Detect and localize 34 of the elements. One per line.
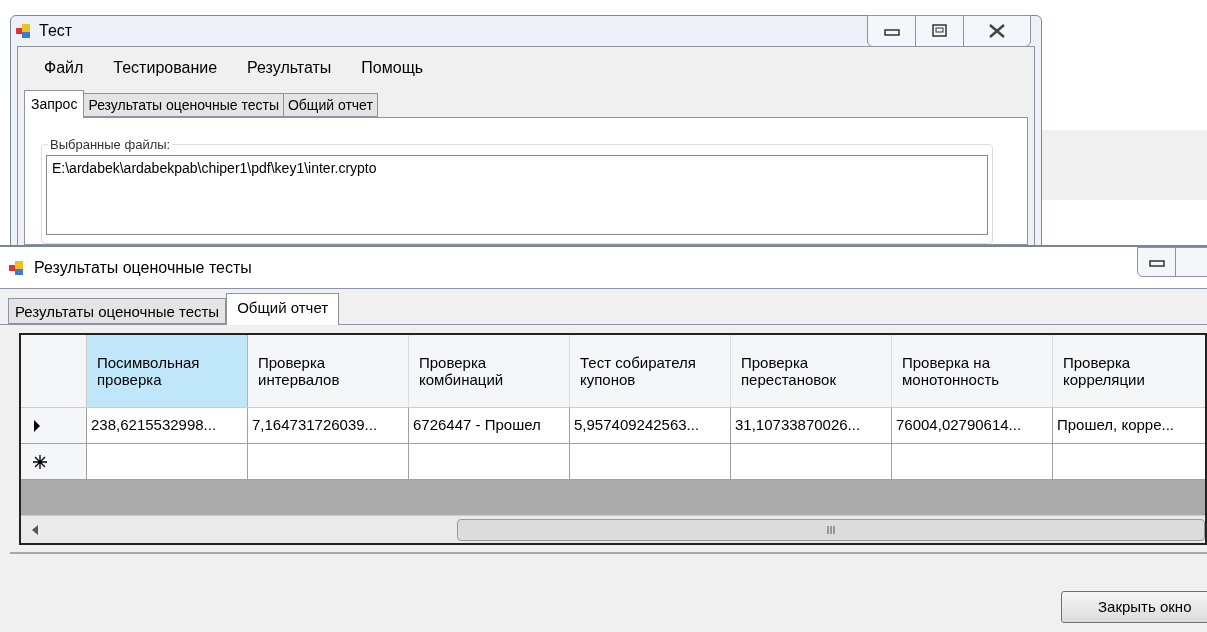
- table-cell-text: 238,6215532998...: [91, 415, 217, 436]
- table-cell-text: Прошел, корре...: [1057, 415, 1175, 436]
- tab[interactable]: Запрос: [24, 90, 85, 118]
- tab[interactable]: Результаты оценочные тесты: [83, 93, 284, 117]
- maximize-icon[interactable]: [931, 24, 948, 38]
- row-header[interactable]: [21, 444, 87, 479]
- scroll-left-icon[interactable]: [31, 524, 39, 535]
- window-title: Результаты оценочные тесты: [34, 257, 252, 278]
- files-list[interactable]: E:\ardabek\ardabekpab\chiper1\pdf\key1\inter.crypto: [46, 155, 988, 235]
- app-icon: [15, 23, 31, 39]
- minimize-icon[interactable]: [883, 26, 900, 36]
- app-icon: [8, 259, 24, 276]
- window-title: Тест: [39, 21, 73, 41]
- new-row-icon: [33, 454, 47, 469]
- table-cell-text: 7,164731726039...: [252, 415, 378, 436]
- table-cell-text: 31,10733870026...: [735, 415, 861, 436]
- menu-item[interactable]: Тестирование: [113, 56, 218, 81]
- close-window-button[interactable]: Закрыть окно: [1061, 591, 1207, 623]
- minimize-icon[interactable]: [1148, 257, 1165, 267]
- scroll-thumb[interactable]: [457, 518, 1205, 541]
- table-cell-text: 6726447 - Прошел: [413, 415, 541, 436]
- table-cell-text: 5,957409242563...: [574, 415, 700, 436]
- grip-icon: [826, 524, 836, 535]
- menu-item[interactable]: Файл: [44, 56, 84, 81]
- menu-item[interactable]: Помощь: [361, 56, 424, 81]
- tab[interactable]: Общий отчет: [282, 93, 378, 117]
- tab[interactable]: Результаты оценочные тесты: [8, 298, 227, 324]
- horizontal-scrollbar[interactable]: [21, 515, 1205, 543]
- current-row-icon: [33, 419, 41, 432]
- close-icon[interactable]: [988, 24, 1006, 38]
- menu-item[interactable]: Результаты: [247, 56, 332, 81]
- tab[interactable]: Общий отчет: [226, 293, 340, 325]
- table-cell-text: 76004,02790614...: [896, 415, 1022, 436]
- column-header[interactable]: Посимвольная проверка: [87, 335, 248, 407]
